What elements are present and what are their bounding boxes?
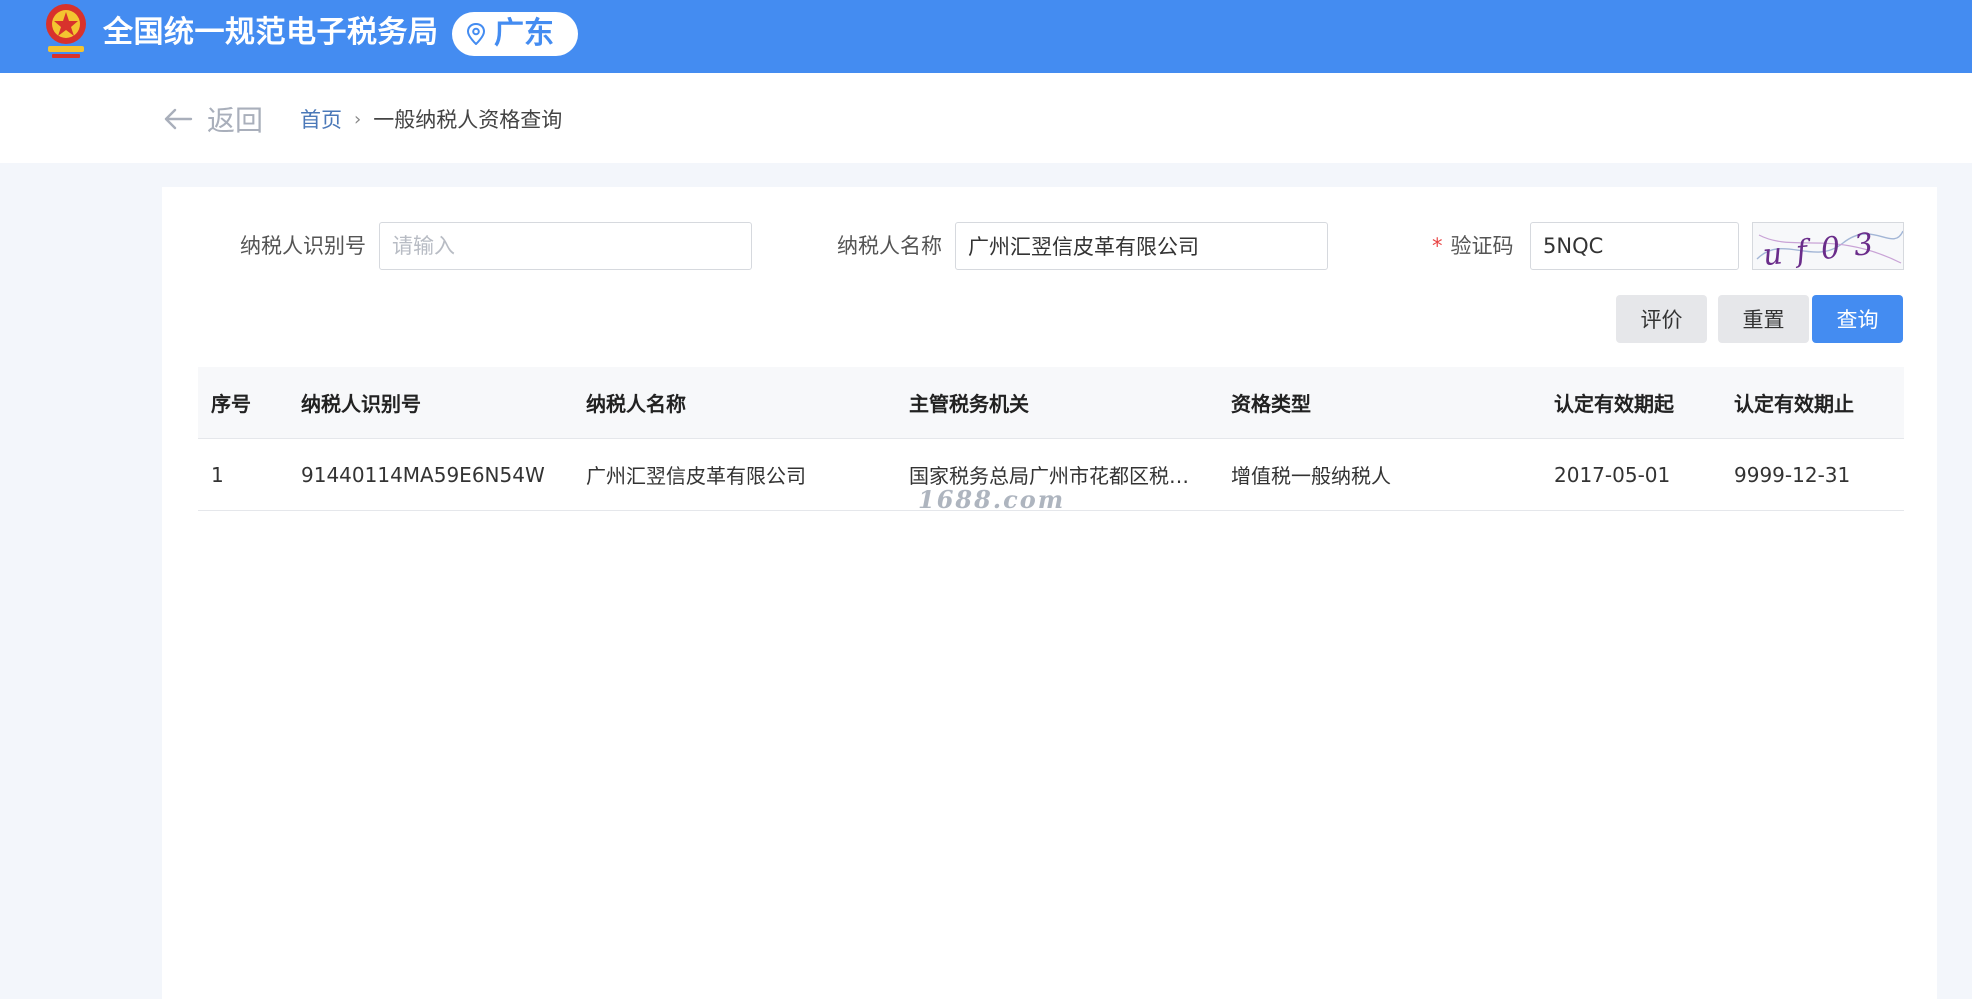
column-header-valid-from: 认定有效期起 — [1554, 392, 1674, 416]
reset-button[interactable]: 重置 — [1718, 295, 1809, 343]
cell-index: 1 — [211, 462, 224, 487]
breadcrumb-current: 一般纳税人资格查询 — [373, 108, 563, 132]
column-header-valid-to: 认定有效期止 — [1734, 392, 1854, 416]
watermark-text: 1688.com — [918, 485, 1066, 514]
column-header-taxpayer-id: 纳税人识别号 — [301, 392, 421, 416]
captcha-image[interactable]: uf03 — [1752, 222, 1904, 270]
navigation-bar: 返回 首页 › 一般纳税人资格查询 — [0, 73, 1972, 163]
captcha-label-group: * 验证码 — [1432, 222, 1514, 270]
column-header-index: 序号 — [211, 392, 251, 416]
column-header-qualification-type: 资格类型 — [1231, 392, 1311, 416]
taxpayer-name-label: 纳税人名称 — [837, 234, 942, 258]
cell-taxpayer-id: 91440114MA59E6N54W — [301, 462, 545, 487]
query-button[interactable]: 查询 — [1812, 295, 1903, 343]
breadcrumb-separator-icon: › — [354, 108, 362, 130]
cell-qualification-type: 增值税一般纳税人 — [1231, 464, 1391, 488]
column-header-tax-authority: 主管税务机关 — [909, 392, 1029, 416]
table-header-row: 序号 纳税人识别号 纳税人名称 主管税务机关 资格类型 认定有效期起 认定有效期… — [198, 367, 1904, 439]
column-header-taxpayer-name: 纳税人名称 — [586, 392, 686, 416]
query-card: 纳税人识别号 纳税人名称 * 验证码 uf03 评价 重置 查询 序号 纳税人识别… — [162, 187, 1937, 999]
evaluate-button[interactable]: 评价 — [1616, 295, 1707, 343]
captcha-image-graphic: uf03 — [1756, 225, 1903, 270]
tax-emblem-logo — [46, 4, 86, 58]
arrow-left-icon — [164, 108, 193, 130]
cell-taxpayer-name: 广州汇翌信皮革有限公司 — [586, 464, 806, 488]
back-button[interactable]: 返回 — [163, 101, 263, 137]
region-selector[interactable]: 广东 — [452, 12, 578, 56]
cell-valid-from: 2017-05-01 — [1554, 462, 1671, 487]
cell-valid-to: 9999-12-31 — [1734, 462, 1851, 487]
taxpayer-id-label: 纳税人识别号 — [240, 234, 366, 258]
region-label: 广东 — [494, 16, 554, 51]
taxpayer-name-input[interactable] — [955, 222, 1328, 270]
required-mark: * — [1432, 234, 1443, 258]
breadcrumb: 首页 › 一般纳税人资格查询 — [300, 103, 562, 135]
location-pin-icon — [466, 23, 486, 45]
breadcrumb-home-link[interactable]: 首页 — [300, 104, 342, 134]
top-header-bar: 全国统一规范电子税务局 广东 — [0, 0, 1972, 73]
captcha-text: uf03 — [1761, 225, 1889, 270]
site-title: 全国统一规范电子税务局 — [103, 15, 439, 50]
captcha-label: 验证码 — [1450, 234, 1514, 258]
taxpayer-id-input[interactable] — [379, 222, 752, 270]
captcha-input[interactable] — [1530, 222, 1739, 270]
back-label: 返回 — [207, 104, 264, 137]
